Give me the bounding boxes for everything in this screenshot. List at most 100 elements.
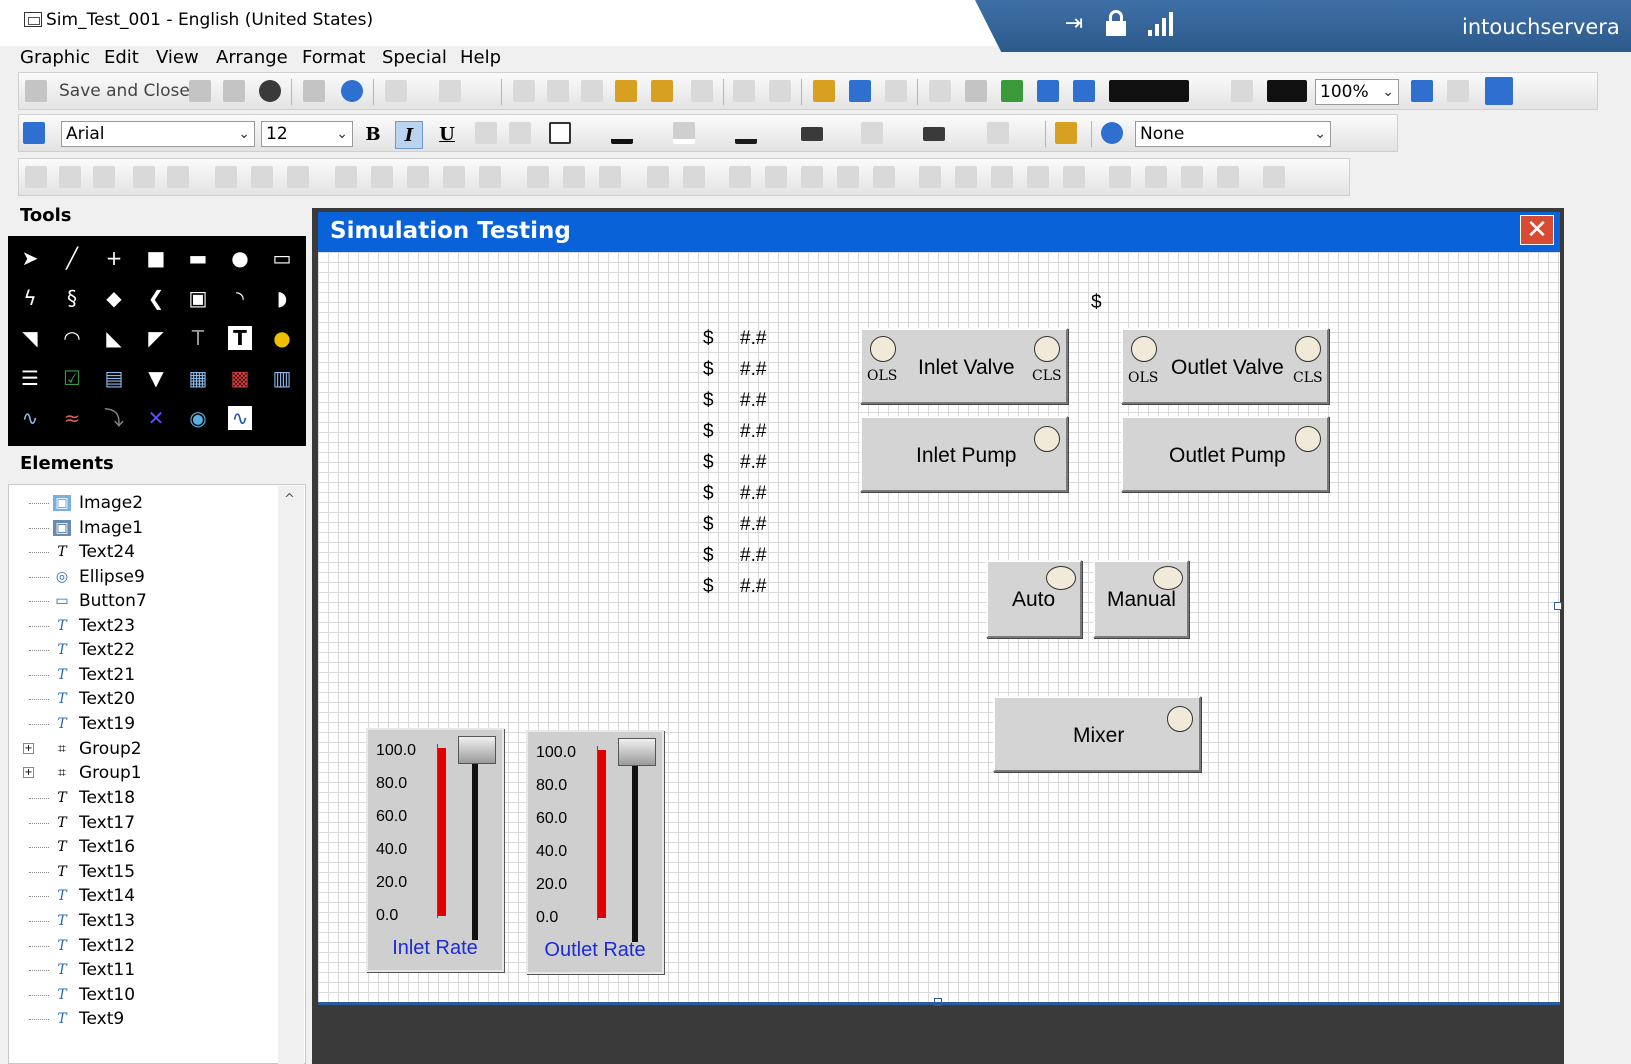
align-bottom-icon[interactable]: [407, 166, 429, 188]
space-horizontal-icon[interactable]: [527, 166, 549, 188]
space-remove-icon[interactable]: [1027, 166, 1049, 188]
rounded-rect-tool-icon[interactable]: ▬: [186, 246, 210, 270]
dollar-text[interactable]: $: [703, 514, 714, 536]
rectangle-tool-icon[interactable]: ■: [144, 246, 168, 270]
font-style-icon[interactable]: [23, 122, 45, 144]
value-text[interactable]: #.#: [740, 390, 766, 412]
button-tool-icon[interactable]: ▭: [270, 246, 294, 270]
group-icon[interactable]: [733, 80, 755, 102]
manual-button[interactable]: Manual: [1093, 560, 1189, 638]
align-top-icon[interactable]: [335, 166, 357, 188]
ellipse-tool-icon[interactable]: ●: [228, 246, 252, 270]
space-vertical-icon[interactable]: [563, 166, 585, 188]
top-dollar-text[interactable]: $: [1091, 292, 1102, 314]
style-icon[interactable]: [1101, 122, 1123, 144]
decrease-font-icon[interactable]: [509, 122, 531, 144]
embed-icon[interactable]: [929, 80, 951, 102]
value-text[interactable]: #.#: [740, 576, 766, 598]
pointer-tool-icon[interactable]: ➤: [18, 246, 42, 270]
pin-icon[interactable]: ⇥: [1060, 12, 1088, 36]
align-points-icon[interactable]: [479, 166, 501, 188]
dollar-text[interactable]: $: [703, 576, 714, 598]
dollar-text[interactable]: $: [703, 359, 714, 381]
underline-button[interactable]: U: [433, 121, 461, 149]
rotate-icon[interactable]: [1109, 166, 1131, 188]
value-text[interactable]: #.#: [740, 545, 766, 567]
wave-tool-icon[interactable]: ∿: [228, 406, 252, 430]
close-button[interactable]: ✕: [1520, 215, 1554, 245]
inlet-rate-slider[interactable]: 100.0 80.0 60.0 40.0 20.0 0.0 Inlet Rate: [366, 728, 504, 972]
lock-icon[interactable]: [1104, 10, 1128, 36]
value-text[interactable]: #.#: [740, 359, 766, 381]
dollar-text[interactable]: $: [703, 421, 714, 443]
curve-tool-icon[interactable]: §: [60, 286, 84, 310]
outlet-valve-button[interactable]: OLS Outlet Valve CLS: [1121, 328, 1329, 404]
record-icon[interactable]: [259, 80, 281, 102]
space-vertical-equal-icon[interactable]: [1063, 166, 1085, 188]
menu-format[interactable]: Format: [298, 46, 369, 70]
zoom-selection-icon[interactable]: [1267, 80, 1307, 102]
connector-tool-icon[interactable]: ⤵: [102, 406, 126, 430]
media-tool-icon[interactable]: ◉: [186, 406, 210, 430]
distribute-gap-icon[interactable]: [873, 166, 895, 188]
arc2-tool-icon[interactable]: ◠: [60, 326, 84, 350]
polygon-tool-icon[interactable]: ◆: [102, 286, 126, 310]
paste-icon[interactable]: [615, 80, 637, 102]
menu-view[interactable]: View: [152, 46, 203, 70]
dollar-text[interactable]: $: [703, 452, 714, 474]
window-icon[interactable]: [1411, 80, 1433, 102]
border-icon[interactable]: [549, 122, 571, 144]
value-text[interactable]: #.#: [740, 514, 766, 536]
inlet-pump-button[interactable]: Inlet Pump: [860, 416, 1068, 492]
copy-icon[interactable]: [581, 80, 603, 102]
path-icon[interactable]: [133, 166, 155, 188]
wizard-icon[interactable]: [1001, 80, 1023, 102]
break-path-icon[interactable]: [167, 166, 189, 188]
align-center-icon[interactable]: [251, 166, 273, 188]
inlet-rate-thumb[interactable]: [458, 736, 496, 764]
trend-tool-icon[interactable]: ∿: [18, 406, 42, 430]
hv-line-tool-icon[interactable]: +: [102, 246, 126, 270]
zoom-select[interactable]: 100% ⌄: [1315, 79, 1399, 105]
font-size-select[interactable]: 12 ⌄: [261, 121, 353, 147]
flip-vertical-icon[interactable]: [1217, 166, 1239, 188]
exit-icon[interactable]: [303, 80, 325, 102]
space-increase-icon[interactable]: [955, 166, 977, 188]
space-decrease-icon[interactable]: [991, 166, 1013, 188]
calendar-tool-icon[interactable]: ▦: [186, 366, 210, 390]
make-same-size-icon[interactable]: [599, 166, 621, 188]
chord2-tool-icon[interactable]: ◤: [144, 326, 168, 350]
listbox-tool-icon[interactable]: ▥: [270, 366, 294, 390]
cross-tool-icon[interactable]: ✕: [144, 406, 168, 430]
zoom-fit-icon[interactable]: [1231, 80, 1253, 102]
save-icon[interactable]: [189, 80, 211, 102]
send-back-icon[interactable]: [683, 166, 705, 188]
magic-wand-icon[interactable]: [1055, 122, 1077, 144]
distribute-centers-icon[interactable]: [801, 166, 823, 188]
dollar-text[interactable]: $: [703, 483, 714, 505]
menu-arrange[interactable]: Arrange: [212, 46, 292, 70]
textbox-tool-icon[interactable]: T: [228, 326, 252, 350]
redo-icon[interactable]: [439, 80, 461, 102]
arrange-group-icon[interactable]: [25, 166, 47, 188]
font-name-select[interactable]: Arial ⌄: [61, 121, 255, 147]
edit-group-icon[interactable]: [93, 166, 115, 188]
list-tool-icon[interactable]: ☰: [18, 366, 42, 390]
dollar-text[interactable]: $: [703, 545, 714, 567]
polyline-tool-icon[interactable]: ϟ: [18, 286, 42, 310]
align-right-icon[interactable]: [287, 166, 309, 188]
space-equal-icon[interactable]: [919, 166, 941, 188]
expand-icon[interactable]: +: [23, 743, 34, 754]
select-icon[interactable]: [513, 80, 535, 102]
zoom-tools-icon[interactable]: [1109, 80, 1189, 102]
mixer-button[interactable]: Mixer: [993, 696, 1201, 772]
align-middle-icon[interactable]: [371, 166, 393, 188]
drawing-canvas[interactable]: $ #.# $ #.# $ #.# $ #.# $ #.# $ #.# $ #.# $ #.# $ #.# $ O…: [318, 252, 1562, 1006]
line-color-icon[interactable]: [611, 122, 633, 144]
grid-toggle-icon[interactable]: [1485, 77, 1513, 105]
chevron-up-icon[interactable]: ^: [284, 492, 295, 507]
link-icon[interactable]: [885, 80, 907, 102]
arrange-ungroup-icon[interactable]: [59, 166, 81, 188]
anchor-icon[interactable]: [849, 80, 871, 102]
distribute-v-icon[interactable]: [765, 166, 787, 188]
